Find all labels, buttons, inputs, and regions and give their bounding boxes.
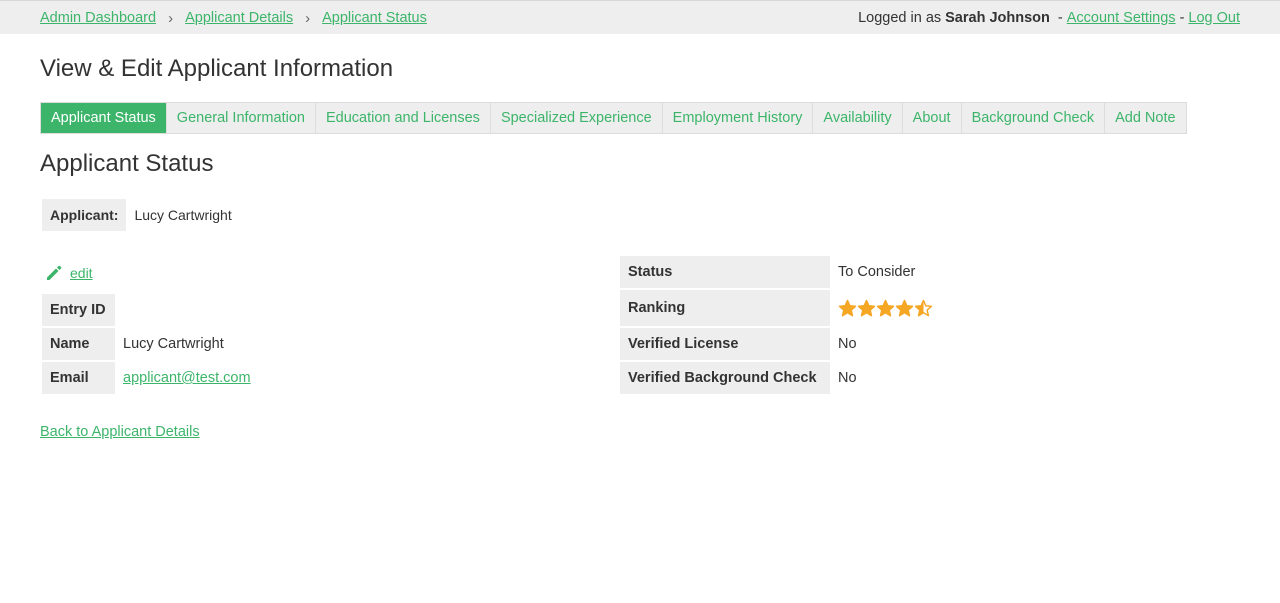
tab-general-information[interactable]: General Information bbox=[167, 103, 316, 133]
star-icon bbox=[857, 299, 876, 316]
tab-about[interactable]: About bbox=[903, 103, 962, 133]
top-bar: Admin Dashboard › Applicant Details › Ap… bbox=[0, 0, 1280, 34]
name-label: Name bbox=[42, 328, 115, 360]
verified-license-value: No bbox=[838, 336, 857, 352]
entry-id-value bbox=[115, 294, 259, 326]
table-row: Email applicant@test.com bbox=[42, 362, 259, 394]
ranking-stars bbox=[838, 299, 933, 318]
verified-license-label: Verified License bbox=[620, 328, 830, 360]
verified-background-label: Verified Background Check bbox=[620, 362, 830, 394]
tab-background-check[interactable]: Background Check bbox=[962, 103, 1106, 133]
name-value: Lucy Cartwright bbox=[123, 336, 224, 352]
logged-in-prefix: Logged in as bbox=[858, 10, 942, 26]
star-icon bbox=[895, 299, 914, 316]
pencil-icon bbox=[47, 265, 62, 280]
table-row: Verified License No bbox=[620, 328, 941, 360]
tab-specialized-experience[interactable]: Specialized Experience bbox=[491, 103, 663, 133]
log-out-link[interactable]: Log Out bbox=[1188, 10, 1240, 26]
entry-id-label: Entry ID bbox=[42, 294, 115, 326]
section-title: Applicant Status bbox=[40, 150, 214, 177]
breadcrumb-admin-dashboard[interactable]: Admin Dashboard bbox=[40, 10, 156, 26]
table-row: Status To Consider bbox=[620, 256, 941, 288]
applicant-value: Lucy Cartwright bbox=[134, 207, 232, 223]
email-link[interactable]: applicant@test.com bbox=[123, 370, 251, 386]
tab-education-and-licenses[interactable]: Education and Licenses bbox=[316, 103, 491, 133]
ranking-label: Ranking bbox=[620, 290, 830, 326]
applicant-detail-table: Entry ID Name Lucy Cartwright Email appl… bbox=[42, 292, 259, 396]
table-row: Verified Background Check No bbox=[620, 362, 941, 394]
star-icon bbox=[838, 299, 857, 316]
star-icon bbox=[914, 299, 933, 316]
tab-bar: Applicant Status General Information Edu… bbox=[40, 102, 1187, 134]
table-row: Ranking bbox=[620, 290, 941, 326]
status-value: To Consider bbox=[838, 264, 916, 280]
email-cell: applicant@test.com bbox=[115, 362, 259, 394]
separator-dash: - bbox=[1057, 10, 1063, 26]
account-settings-link[interactable]: Account Settings bbox=[1067, 10, 1176, 26]
breadcrumb-separator: › bbox=[305, 9, 311, 27]
applicant-label: Applicant: bbox=[42, 199, 127, 231]
verified-background-value: No bbox=[838, 370, 857, 386]
separator-dash: - bbox=[1179, 10, 1185, 26]
back-to-applicant-details-link[interactable]: Back to Applicant Details bbox=[40, 424, 200, 440]
ranking-cell bbox=[830, 290, 941, 326]
star-icon bbox=[876, 299, 895, 316]
email-label: Email bbox=[42, 362, 115, 394]
breadcrumb-separator: › bbox=[168, 9, 174, 27]
status-label: Status bbox=[620, 256, 830, 288]
breadcrumb-applicant-details[interactable]: Applicant Details bbox=[185, 10, 293, 26]
status-detail-table: Status To Consider Ranking Verified Lice… bbox=[620, 254, 941, 396]
tab-availability[interactable]: Availability bbox=[813, 103, 903, 133]
page-title: View & Edit Applicant Information bbox=[40, 55, 394, 82]
user-name: Sarah Johnson bbox=[945, 10, 1050, 26]
breadcrumb: Admin Dashboard › Applicant Details › Ap… bbox=[40, 1, 427, 35]
applicant-summary: Applicant: Lucy Cartwright bbox=[42, 199, 240, 231]
tab-applicant-status[interactable]: Applicant Status bbox=[41, 103, 167, 133]
breadcrumb-applicant-status[interactable]: Applicant Status bbox=[322, 10, 427, 26]
table-row: Entry ID bbox=[42, 294, 259, 326]
session-info: Logged in as Sarah Johnson - Account Set… bbox=[858, 1, 1240, 35]
edit-control[interactable]: edit bbox=[44, 262, 93, 284]
tab-add-note[interactable]: Add Note bbox=[1105, 103, 1185, 133]
tab-employment-history[interactable]: Employment History bbox=[663, 103, 814, 133]
table-row: Name Lucy Cartwright bbox=[42, 328, 259, 360]
edit-link[interactable]: edit bbox=[70, 265, 93, 281]
